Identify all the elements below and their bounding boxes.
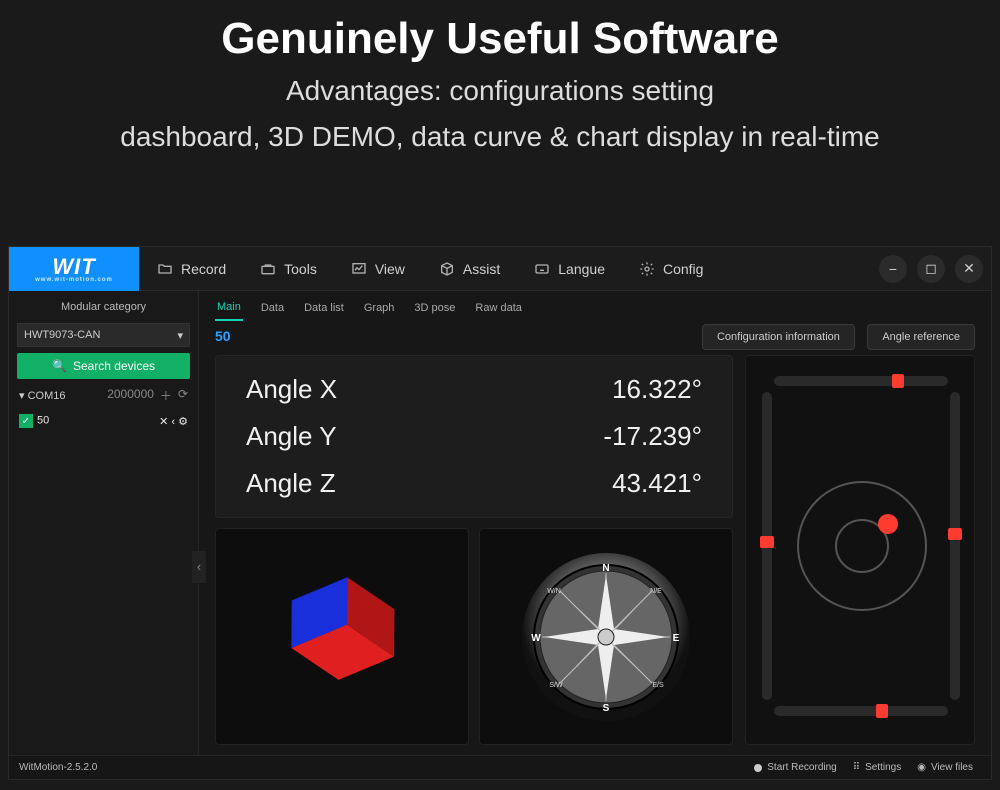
tab-rawdata[interactable]: Raw data (473, 298, 523, 320)
share-icon[interactable]: ‹ (171, 416, 175, 428)
window-close[interactable]: ✕ (955, 255, 983, 283)
angle-z-value: 43.421° (612, 468, 702, 499)
sliders-icon: ⠿ (853, 762, 860, 773)
caret-icon: ▾ (19, 390, 25, 402)
main-panel: Main Data Data list Graph 3D pose Raw da… (199, 291, 991, 755)
eye-icon: ◉ (917, 762, 926, 773)
hero-title: Genuinely Useful Software (0, 14, 1000, 64)
angle-readout: Angle X 16.322° Angle Y -17.239° Angle Z 43… (215, 355, 733, 518)
device-badge: 50 (215, 328, 231, 344)
view-files-label: View files (931, 762, 973, 773)
settings-label: Settings (865, 762, 901, 773)
view-files-button[interactable]: ◉ View files (909, 756, 981, 780)
toolbar-tools[interactable]: Tools (244, 247, 333, 291)
start-recording-button[interactable]: Start Recording (746, 756, 844, 780)
toolbar-langue-label: Langue (558, 261, 605, 277)
folder-icon (157, 261, 173, 277)
toolbar-view-label: View (375, 261, 405, 277)
svg-text:E: E (673, 633, 680, 644)
toolbar-config[interactable]: Config (623, 247, 719, 291)
baud-label: 2000000 (107, 387, 154, 404)
plus-icon[interactable]: ＋ (160, 387, 172, 404)
tab-main[interactable]: Main (215, 297, 243, 321)
sidebar-title: Modular category (17, 297, 190, 317)
svg-text:S/W: S/W (549, 682, 563, 689)
version-label: WitMotion-2.5.2.0 (19, 762, 97, 773)
toolbar-config-label: Config (663, 261, 703, 277)
angle-z-label: Angle Z (246, 468, 336, 499)
gear-icon (639, 261, 655, 277)
toolbar-record-label: Record (181, 261, 226, 277)
toolbar-assist-label: Assist (463, 261, 500, 277)
refresh-icon[interactable]: ⟳ (178, 387, 188, 404)
search-icon: 🔍 (52, 359, 67, 373)
start-recording-label: Start Recording (767, 762, 836, 773)
brand-logo-tag: www.wit-motion.com (35, 277, 113, 283)
sidebar-collapse[interactable]: ‹ (192, 551, 206, 583)
port-label: COM16 (28, 390, 66, 402)
window-maximize[interactable]: ◻ (917, 255, 945, 283)
level-viz[interactable] (745, 355, 975, 745)
brand-logo[interactable]: WIT www.wit-motion.com (9, 247, 139, 291)
record-dot-icon (754, 764, 762, 772)
chevron-down-icon: ▾ (177, 329, 183, 342)
hero-banner: Genuinely Useful Software Advantages: co… (0, 0, 1000, 164)
tabs: Main Data Data list Graph 3D pose Raw da… (199, 291, 991, 321)
tab-graph[interactable]: Graph (362, 298, 397, 320)
toolbar-record[interactable]: Record (141, 247, 242, 291)
toolbar: WIT www.wit-motion.com Record Tools View… (9, 247, 991, 291)
svg-text:N/E: N/E (650, 588, 662, 595)
keyboard-icon (534, 261, 550, 277)
angle-x-value: 16.322° (612, 374, 702, 405)
device-row[interactable]: ✓ 50 ✕ ‹ ⚙ (17, 412, 190, 430)
tab-datalist[interactable]: Data list (302, 298, 346, 320)
search-devices-button[interactable]: 🔍 Search devices (17, 353, 190, 379)
angle-y-label: Angle Y (246, 421, 337, 452)
svg-text:W: W (531, 633, 541, 644)
svg-text:S: S (603, 703, 610, 714)
hero-sub2: dashboard, 3D DEMO, data curve & chart d… (0, 118, 1000, 156)
app-window: WIT www.wit-motion.com Record Tools View… (8, 246, 992, 780)
angle-y-value: -17.239° (603, 421, 702, 452)
module-select[interactable]: HWT9073-CAN ▾ (17, 323, 190, 347)
compass-viz[interactable]: N E S W N/E E/S S/W W/N (479, 528, 733, 745)
toolbar-langue[interactable]: Langue (518, 247, 621, 291)
status-bar: WitMotion-2.5.2.0 Start Recording ⠿ Setti… (9, 755, 991, 779)
module-select-value: HWT9073-CAN (24, 329, 100, 341)
cube-icon (439, 261, 455, 277)
tab-3dpose[interactable]: 3D pose (412, 298, 457, 320)
toolbar-tools-label: Tools (284, 261, 317, 277)
tab-data[interactable]: Data (259, 298, 286, 320)
cube-3d-viz[interactable] (215, 528, 469, 745)
toolbox-icon (260, 261, 276, 277)
search-devices-label: Search devices (73, 359, 155, 373)
settings-icon[interactable]: ⚙ (178, 416, 188, 428)
close-icon[interactable]: ✕ (159, 416, 168, 428)
hero-sub1: Advantages: configurations setting (0, 72, 1000, 110)
checkbox-checked-icon[interactable]: ✓ (19, 414, 33, 428)
window-minimize[interactable]: − (879, 255, 907, 283)
svg-text:E/S: E/S (652, 682, 664, 689)
toolbar-view[interactable]: View (335, 247, 421, 291)
chart-icon (351, 261, 367, 277)
settings-button[interactable]: ⠿ Settings (845, 756, 909, 780)
device-id-label: 50 (37, 415, 49, 427)
toolbar-assist[interactable]: Assist (423, 247, 516, 291)
svg-text:W/N: W/N (547, 588, 561, 595)
svg-text:N: N (602, 563, 609, 574)
angle-x-label: Angle X (246, 374, 337, 405)
port-row[interactable]: ▾ COM16 2000000 ＋ ⟳ (17, 385, 190, 406)
sidebar: Modular category HWT9073-CAN ▾ 🔍 Search … (9, 291, 199, 755)
